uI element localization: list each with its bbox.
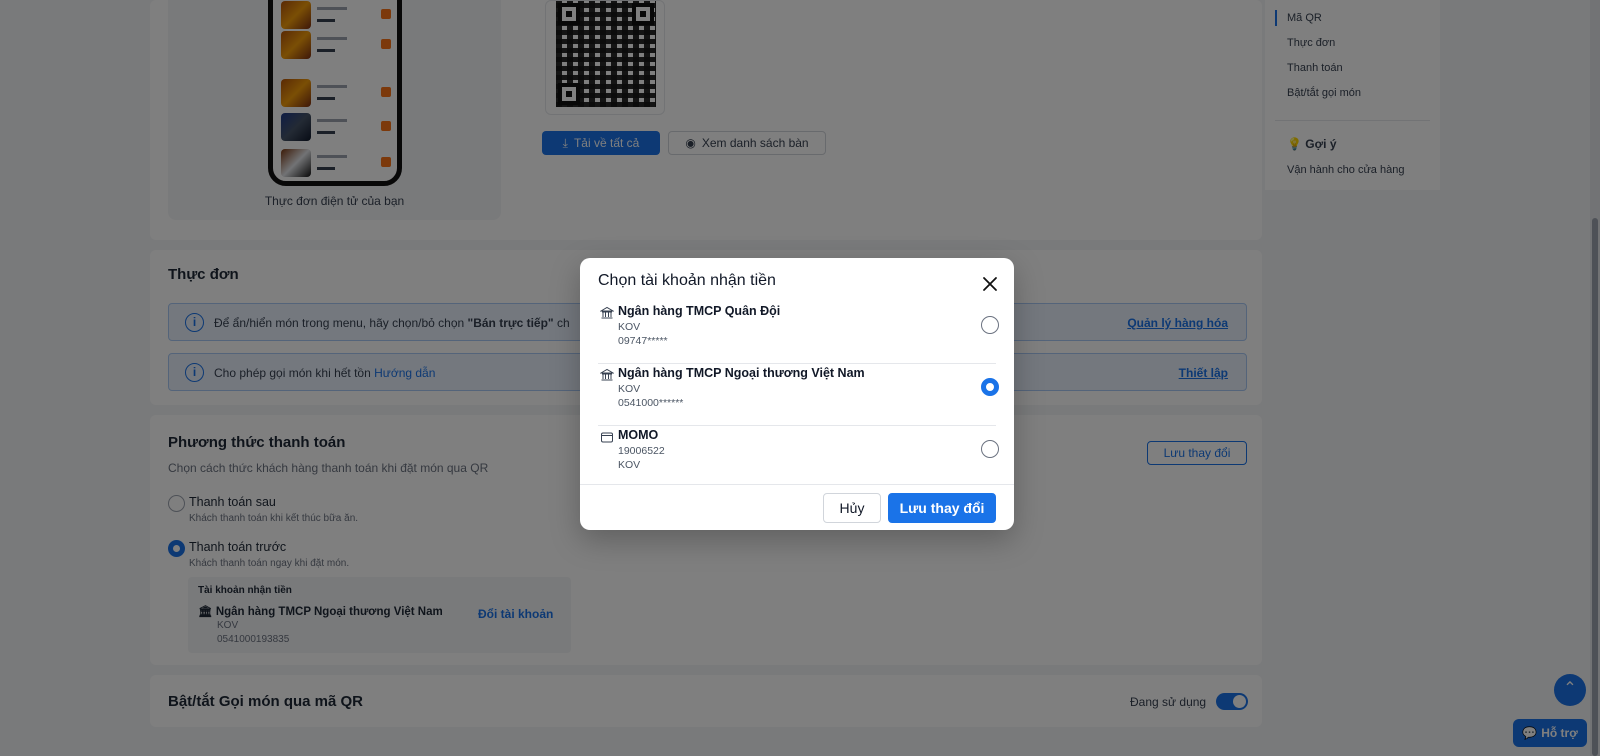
bank-icon — [600, 306, 614, 319]
account-holder: KOV — [618, 383, 641, 395]
account-option[interactable]: MOMO 19006522 KOV — [598, 426, 999, 488]
account-option[interactable]: Ngân hàng TMCP Quân Đội KOV 09747***** — [598, 302, 999, 364]
account-radio-selected[interactable] — [981, 378, 999, 396]
account-radio[interactable] — [981, 440, 999, 458]
close-icon[interactable] — [981, 275, 999, 293]
modal-footer-divider — [580, 484, 1014, 485]
account-name: Ngân hàng TMCP Quân Đội — [618, 304, 781, 318]
bank-icon — [600, 368, 614, 381]
account-option[interactable]: Ngân hàng TMCP Ngoại thương Việt Nam KOV… — [598, 364, 999, 426]
account-radio[interactable] — [981, 316, 999, 334]
account-name: Ngân hàng TMCP Ngoại thương Việt Nam — [618, 366, 865, 380]
account-holder: KOV — [618, 321, 641, 333]
account-number: 0541000****** — [618, 397, 684, 409]
account-number: 09747***** — [618, 335, 668, 347]
modal-title: Chọn tài khoản nhận tiền — [598, 272, 776, 289]
save-button[interactable]: Lưu thay đổi — [888, 493, 996, 523]
select-account-modal: Chọn tài khoản nhận tiền Ngân hàng TMCP … — [580, 258, 1014, 530]
account-holder: KOV — [618, 459, 641, 471]
cancel-button[interactable]: Hủy — [823, 493, 881, 523]
account-name: MOMO — [618, 428, 659, 442]
account-number: 19006522 — [618, 445, 665, 457]
wallet-icon — [601, 432, 613, 443]
